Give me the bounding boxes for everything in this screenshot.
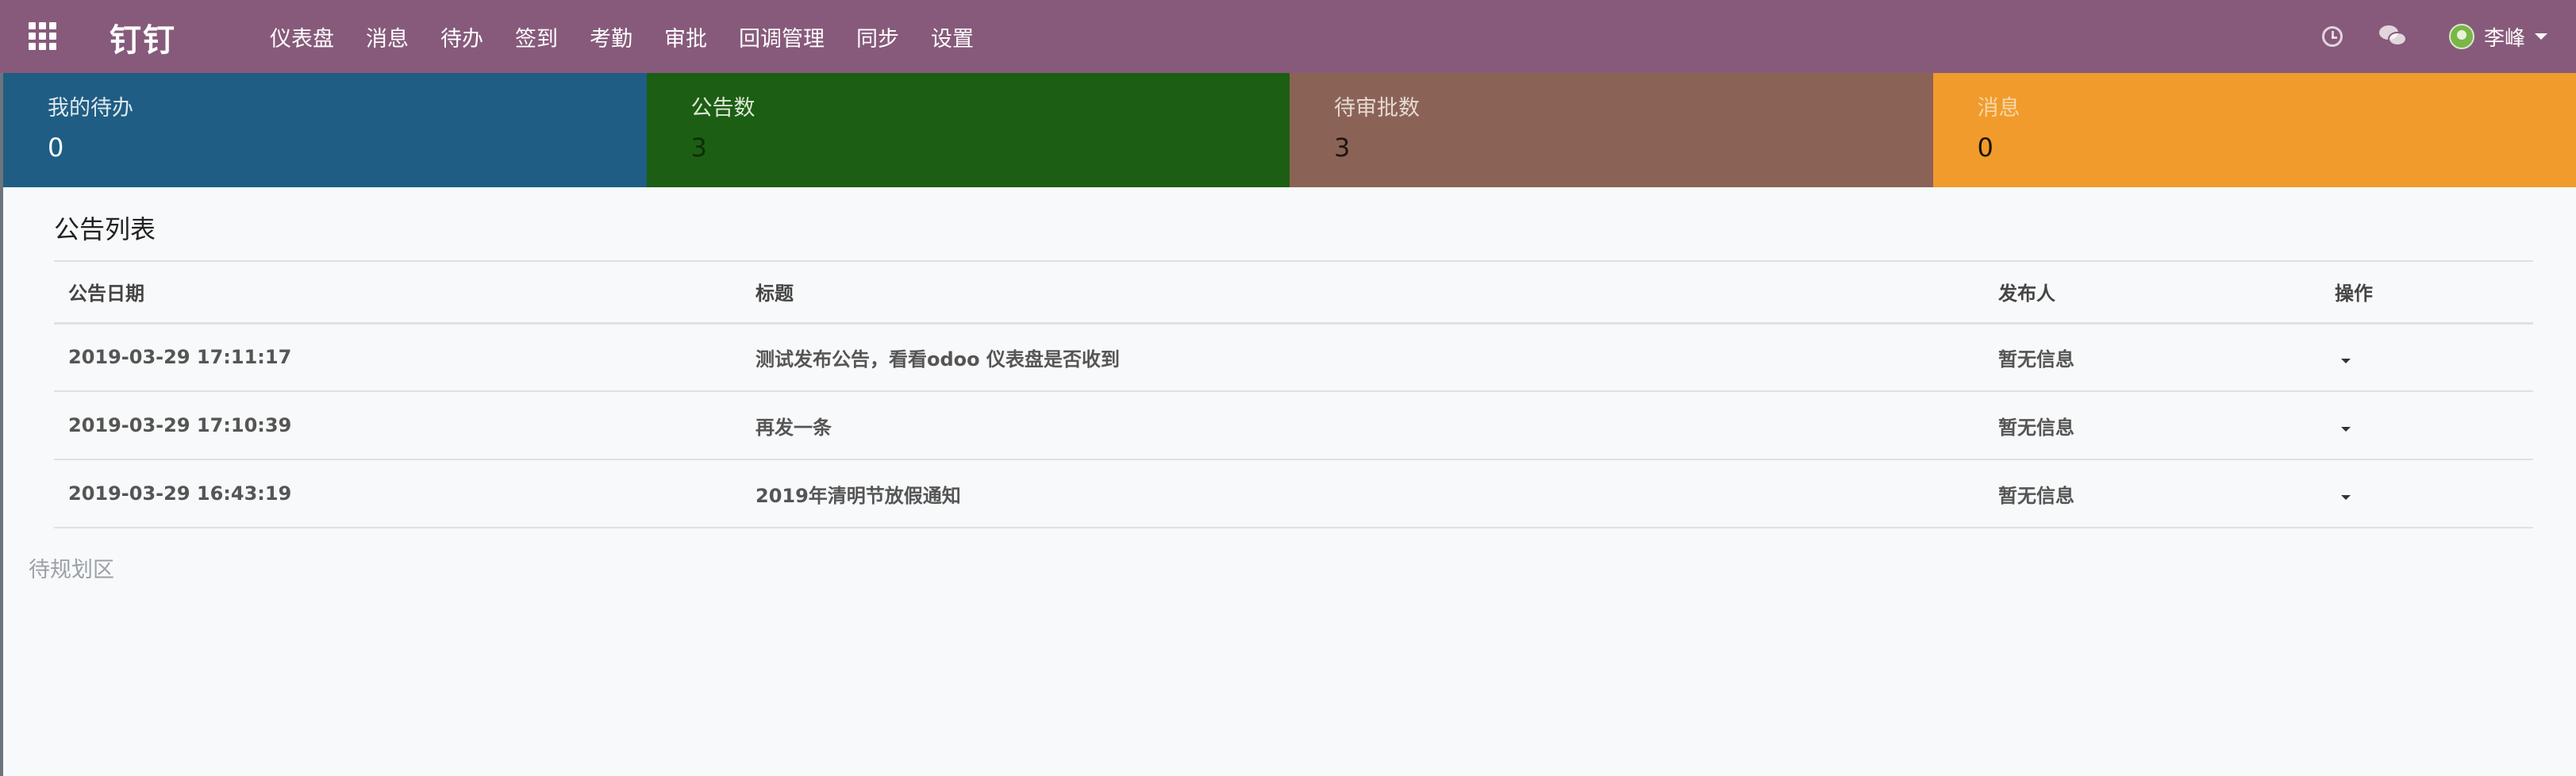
cell-actions <box>2320 323 2533 392</box>
app-brand[interactable]: 钉钉 <box>110 14 176 60</box>
stat-tiles: 我的待办 0 公告数 3 待审批数 3 消息 0 <box>3 73 2576 187</box>
cell-title[interactable]: 2019年清明节放假通知 <box>741 459 1984 528</box>
tile-value: 3 <box>1334 133 1351 163</box>
menu-item-sync[interactable]: 同步 <box>856 21 899 52</box>
menu-item-settings[interactable]: 设置 <box>931 21 974 52</box>
user-name[interactable]: 李峰 <box>2484 22 2525 52</box>
tile-messages[interactable]: 消息 0 <box>1932 73 2576 187</box>
menu-item-dashboard[interactable]: 仪表盘 <box>270 21 334 52</box>
table-row[interactable]: 2019-03-29 17:11:17 测试发布公告，看看odoo 仪表盘是否收… <box>54 323 2533 392</box>
tile-label: 我的待办 <box>48 96 133 121</box>
cell-actions <box>2320 459 2533 528</box>
menu-item-todo[interactable]: 待办 <box>440 21 483 52</box>
tile-value: 0 <box>1977 133 1994 163</box>
announcement-table: 公告日期 标题 发布人 操作 2019-03-29 17:11:17 测试发布公… <box>54 260 2533 528</box>
tile-my-todo[interactable]: 我的待办 0 <box>3 73 647 187</box>
tile-label: 待审批数 <box>1334 96 1420 121</box>
cell-date: 2019-03-29 16:43:19 <box>54 459 741 528</box>
menu-item-checkin[interactable]: 签到 <box>515 21 558 52</box>
apps-grid-icon[interactable] <box>29 22 57 51</box>
column-header-publisher: 发布人 <box>1984 260 2320 325</box>
user-avatar[interactable] <box>2448 24 2474 49</box>
cell-publisher: 暂无信息 <box>1984 459 2320 528</box>
top-navbar: 钉钉 仪表盘 消息 待办 签到 考勤 审批 回调管理 同步 设置 李峰 <box>0 0 2576 73</box>
menu-item-callback-management[interactable]: 回调管理 <box>739 21 825 52</box>
chat-icon[interactable] <box>2378 25 2408 48</box>
tile-label: 公告数 <box>690 96 755 121</box>
cell-publisher: 暂无信息 <box>1984 323 2320 392</box>
cell-date: 2019-03-29 17:11:17 <box>54 323 741 392</box>
table-row[interactable]: 2019-03-29 16:43:19 2019年清明节放假通知 暂无信息 <box>54 459 2533 528</box>
announcement-table-wrapper: 公告日期 标题 发布人 操作 2019-03-29 17:11:17 测试发布公… <box>54 260 2533 528</box>
navbar-right: 李峰 <box>2321 0 2576 73</box>
action-dropdown-caret-icon[interactable] <box>2341 427 2351 432</box>
tile-pending-approval[interactable]: 待审批数 3 <box>1290 73 1933 187</box>
tile-announcement-count[interactable]: 公告数 3 <box>646 73 1290 187</box>
action-dropdown-caret-icon[interactable] <box>2341 495 2351 500</box>
cell-title[interactable]: 再发一条 <box>741 391 1984 460</box>
planned-area-label: 待规划区 <box>29 558 114 582</box>
menu-item-approval[interactable]: 审批 <box>664 21 707 52</box>
menu-item-messages[interactable]: 消息 <box>366 21 409 52</box>
menu-item-attendance[interactable]: 考勤 <box>590 21 632 52</box>
column-header-title: 标题 <box>741 260 1984 325</box>
main-menu: 仪表盘 消息 待办 签到 考勤 审批 回调管理 同步 设置 <box>270 0 1005 73</box>
column-header-date: 公告日期 <box>54 260 741 325</box>
tile-value: 0 <box>48 133 64 163</box>
action-dropdown-caret-icon[interactable] <box>2341 359 2351 364</box>
user-menu-caret-icon[interactable] <box>2535 33 2547 40</box>
announcement-list-title: 公告列表 <box>54 214 156 244</box>
cell-date: 2019-03-29 17:10:39 <box>54 391 741 460</box>
clock-icon[interactable] <box>2321 26 2343 47</box>
cell-title[interactable]: 测试发布公告，看看odoo 仪表盘是否收到 <box>741 323 1984 392</box>
table-row[interactable]: 2019-03-29 17:10:39 再发一条 暂无信息 <box>54 391 2533 460</box>
tile-label: 消息 <box>1977 96 2020 121</box>
cell-actions <box>2320 391 2533 460</box>
table-header-row: 公告日期 标题 发布人 操作 <box>54 260 2533 325</box>
column-header-actions: 操作 <box>2320 260 2533 325</box>
tile-value: 3 <box>690 133 707 163</box>
cell-publisher: 暂无信息 <box>1984 391 2320 460</box>
